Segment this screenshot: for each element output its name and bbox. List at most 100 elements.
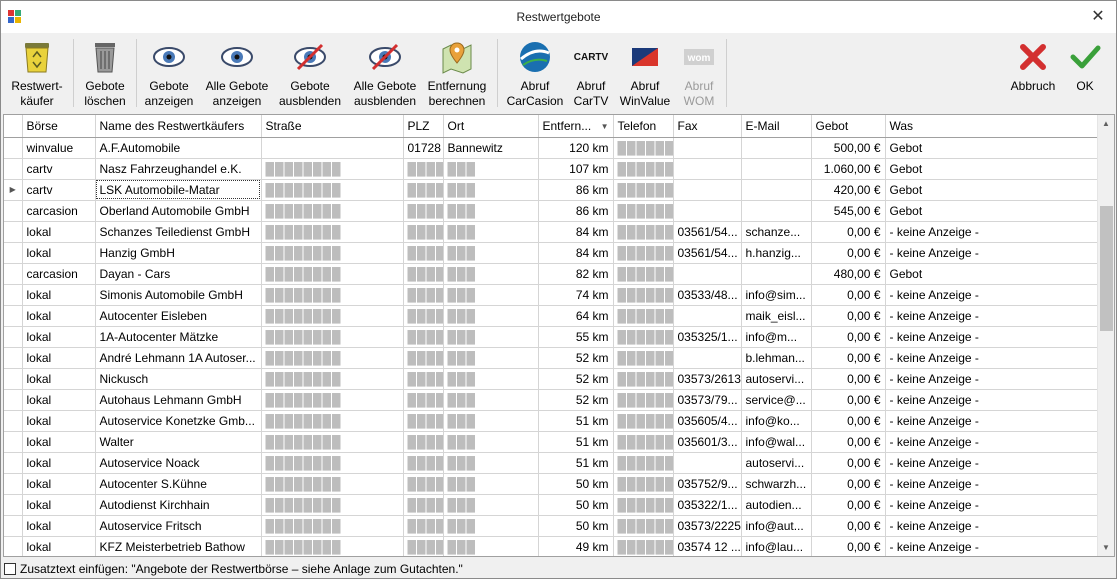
table-row[interactable]: lokal Autodienst Kirchhain ████████ ████ ███… [4,494,1100,516]
gebote-loeschen-button[interactable]: Gebote löschen [79,35,131,111]
table-row[interactable]: lokal André Lehmann 1A Autoser... ████████… [4,347,1100,369]
cell-telefon[interactable]: ██████ [613,158,674,180]
cell-ort[interactable]: ███ [443,326,539,348]
row-header[interactable] [4,284,23,306]
cell-fax[interactable] [673,158,742,180]
cell-email[interactable]: info@wal... [741,431,812,453]
cell-name[interactable]: Autodienst Kirchhain [95,494,262,516]
vertical-scrollbar[interactable]: ▲ ▼ [1097,115,1114,556]
row-header[interactable] [4,473,23,495]
cell-ort[interactable]: ███ [443,179,539,201]
cell-boerse[interactable]: lokal [22,494,96,516]
cell-gebot[interactable]: 0,00 € [811,536,886,556]
cell-email[interactable] [741,200,812,222]
cell-email[interactable]: autoservi... [741,368,812,390]
cell-was[interactable]: - keine Anzeige - [885,326,1100,348]
cell-plz[interactable]: ████ [403,389,444,411]
cell-telefon[interactable]: ██████ [613,347,674,369]
cell-plz[interactable]: ████ [403,536,444,556]
cell-email[interactable]: schanze... [741,221,812,243]
cell-boerse[interactable]: lokal [22,242,96,264]
cell-telefon[interactable]: ██████ [613,494,674,516]
bids-grid[interactable]: Börse Name des Restwertkäufers Straße PL… [3,114,1115,557]
cell-telefon[interactable]: ██████ [613,263,674,285]
cell-fax[interactable]: 03574 12 ... [673,536,742,556]
abbruch-button[interactable]: Abbruch [1005,35,1061,111]
cell-boerse[interactable]: cartv [22,179,96,201]
cell-name[interactable]: Hanzig GmbH [95,242,262,264]
cell-plz[interactable]: ████ [403,200,444,222]
cell-gebot[interactable]: 0,00 € [811,494,886,516]
cell-entfernung[interactable]: 52 km [538,347,614,369]
cell-entfernung[interactable]: 50 km [538,494,614,516]
cell-telefon[interactable]: ██████ [613,305,674,327]
row-header[interactable] [4,305,23,327]
cell-ort[interactable]: ███ [443,452,539,474]
column-header-email[interactable]: E-Mail [741,115,812,138]
row-header[interactable] [4,515,23,537]
cell-fax[interactable]: 03573/2613 [673,368,742,390]
row-header[interactable] [4,137,23,159]
cell-entfernung[interactable]: 50 km [538,515,614,537]
cell-entfernung[interactable]: 84 km [538,221,614,243]
restwertkaeufer-button[interactable]: Restwert- käufer [7,35,67,111]
cell-plz[interactable]: ████ [403,515,444,537]
entfernung-berechnen-button[interactable]: Entfernung berechnen [425,35,489,111]
cell-name[interactable]: KFZ Meisterbetrieb Bathow [95,536,262,556]
cell-entfernung[interactable]: 86 km [538,200,614,222]
row-header[interactable] [4,242,23,264]
cell-gebot[interactable]: 0,00 € [811,305,886,327]
cell-boerse[interactable]: lokal [22,326,96,348]
cell-name[interactable]: André Lehmann 1A Autoser... [95,347,262,369]
column-header-plz[interactable]: PLZ [403,115,444,138]
row-header[interactable] [4,326,23,348]
scroll-thumb[interactable] [1100,206,1113,331]
cell-boerse[interactable]: lokal [22,284,96,306]
cell-fax[interactable] [673,347,742,369]
cell-plz[interactable]: ████ [403,158,444,180]
cell-plz[interactable]: ████ [403,179,444,201]
cell-gebot[interactable]: 0,00 € [811,326,886,348]
cell-entfernung[interactable]: 51 km [538,452,614,474]
cell-strasse[interactable]: ████████ [261,410,404,432]
cell-name[interactable]: Schanzes Teiledienst GmbH [95,221,262,243]
cell-telefon[interactable]: ██████ [613,536,674,556]
table-row[interactable]: carcasion Oberland Automobile GmbH ███████… [4,200,1100,222]
cell-ort[interactable]: ███ [443,284,539,306]
cell-fax[interactable]: 03573/79... [673,389,742,411]
table-row[interactable]: lokal Autocenter Eisleben ████████ ████ ███ 6… [4,305,1100,327]
table-row[interactable]: lokal 1A-Autocenter Mätzke ████████ ████ ███… [4,326,1100,348]
cell-plz[interactable]: ████ [403,494,444,516]
row-header[interactable] [4,158,23,180]
cell-gebot[interactable]: 0,00 € [811,347,886,369]
cell-telefon[interactable]: ██████ [613,284,674,306]
cell-email[interactable]: autoservi... [741,452,812,474]
cell-boerse[interactable]: lokal [22,410,96,432]
cell-name[interactable]: LSK Automobile-Matar [95,179,262,201]
cell-was[interactable]: Gebot [885,137,1100,159]
cell-entfernung[interactable]: 50 km [538,473,614,495]
cell-fax[interactable] [673,179,742,201]
row-header[interactable] [4,221,23,243]
row-header[interactable] [4,536,23,556]
cell-telefon[interactable]: ██████ [613,242,674,264]
alle-gebote-ausblenden-button[interactable]: Alle Gebote ausblenden [351,35,419,111]
cell-fax[interactable] [673,263,742,285]
cell-plz[interactable]: ████ [403,284,444,306]
cell-boerse[interactable]: lokal [22,515,96,537]
cell-entfernung[interactable]: 51 km [538,410,614,432]
row-header[interactable] [4,389,23,411]
cell-name[interactable]: Autocenter Eisleben [95,305,262,327]
cell-boerse[interactable]: cartv [22,158,96,180]
cell-strasse[interactable]: ████████ [261,347,404,369]
table-row[interactable]: lokal Autohaus Lehmann GmbH ████████ ████ ██… [4,389,1100,411]
row-header[interactable] [4,494,23,516]
cell-telefon[interactable]: ██████ [613,410,674,432]
table-row[interactable]: carcasion Dayan - Cars ████████ ████ ███ 82 k… [4,263,1100,285]
cell-was[interactable]: - keine Anzeige - [885,368,1100,390]
cell-was[interactable]: - keine Anzeige - [885,410,1100,432]
cell-ort[interactable]: ███ [443,494,539,516]
cell-gebot[interactable]: 0,00 € [811,515,886,537]
cell-plz[interactable]: ████ [403,347,444,369]
row-header[interactable] [4,200,23,222]
